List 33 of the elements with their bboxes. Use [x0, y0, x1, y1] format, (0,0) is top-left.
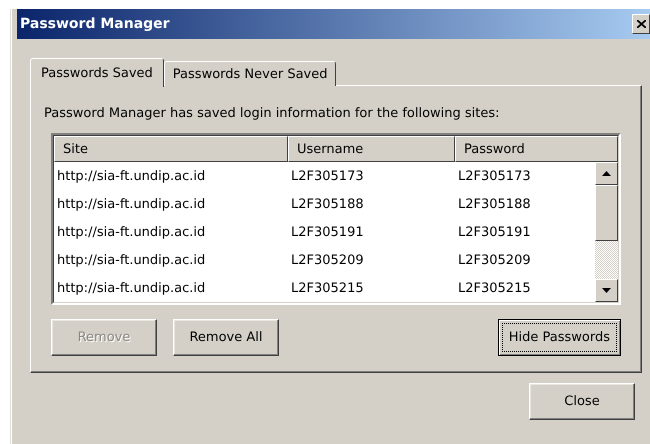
close-icon	[636, 20, 646, 28]
username-cell-text: L2F305215	[290, 280, 365, 296]
description-text: Password Manager has saved login information for the following sites:	[44, 106, 501, 121]
username-cell-text: L2F305188	[290, 196, 365, 212]
username-cell-text: L2F305173	[290, 168, 365, 184]
username-cell-text: L2F305191	[290, 224, 365, 240]
hide-passwords-button[interactable]: Hide Passwords	[498, 319, 621, 356]
remove-all-button[interactable]: Remove All	[173, 319, 279, 356]
scrollbar[interactable]	[595, 162, 618, 302]
site-cell-text: http://sia-ft.undip.ac.id	[56, 168, 206, 184]
password-cell-text: L2F305173	[457, 168, 532, 184]
down-arrow-icon	[602, 288, 611, 293]
site-cell-text: http://sia-ft.undip.ac.id	[56, 224, 206, 240]
column-header[interactable]: Site	[54, 136, 288, 162]
username-cell-text: L2F305209	[290, 252, 365, 268]
site-cell-text: http://sia-ft.undip.ac.id	[56, 196, 206, 212]
tab[interactable]: Passwords Saved	[30, 58, 164, 87]
window-title: Password Manager	[20, 16, 170, 32]
close-dialog-button[interactable]: Close	[529, 383, 635, 420]
scroll-up-button[interactable]	[595, 162, 618, 185]
up-arrow-icon	[602, 171, 611, 176]
password-cell-text: L2F305209	[457, 252, 532, 268]
tab[interactable]: Passwords Never Saved	[164, 61, 336, 86]
site-cell-text: http://sia-ft.undip.ac.id	[56, 252, 206, 268]
column-header[interactable]: Username	[288, 136, 455, 162]
site-cell-text: http://sia-ft.undip.ac.id	[56, 280, 206, 296]
password-cell-text: L2F305191	[457, 224, 532, 240]
scroll-down-button[interactable]	[595, 279, 618, 302]
password-cell-text: L2F305215	[457, 280, 532, 296]
column-header[interactable]: Password	[455, 136, 618, 162]
scroll-thumb[interactable]	[595, 185, 618, 241]
close-button[interactable]	[632, 14, 650, 34]
password-cell-text: L2F305188	[457, 196, 532, 212]
